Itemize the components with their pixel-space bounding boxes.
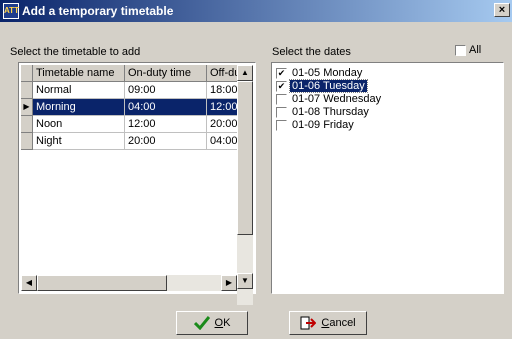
row-indicator[interactable] xyxy=(21,116,33,133)
title-bar: ATT Add a temporary timetable × xyxy=(0,0,512,22)
vertical-scrollbar[interactable]: ▲ ▼ xyxy=(237,65,253,305)
table-cell-on-duty[interactable]: 09:00 xyxy=(125,82,207,99)
row-indicator[interactable] xyxy=(21,133,33,150)
list-item-label: 01-09 Friday xyxy=(292,119,354,131)
table-cell-name[interactable]: Noon xyxy=(33,116,125,133)
cancel-button[interactable]: Cancel xyxy=(289,311,367,335)
timetable-grid-body: Timetable name On-duty time Off-duty tim… xyxy=(21,65,237,289)
row-indicator[interactable] xyxy=(21,82,33,99)
table-cell-off-duty[interactable]: 20:00 xyxy=(207,116,237,133)
table-cell-on-duty[interactable]: 12:00 xyxy=(125,116,207,133)
checkbox-checked-icon[interactable]: ✔ xyxy=(276,80,287,92)
table-cell-off-duty[interactable]: 18:00 xyxy=(207,82,237,99)
dates-list[interactable]: ✔ 01-05 Monday ✔ 01-06 Tuesday 01-07 Wedne… xyxy=(271,62,504,294)
table-cell-name[interactable]: Morning xyxy=(33,99,125,116)
table-cell-on-duty[interactable]: 20:00 xyxy=(125,133,207,150)
all-checkbox[interactable]: All xyxy=(455,44,481,56)
table-cell-on-duty[interactable]: 04:00 xyxy=(125,99,207,116)
column-header-on-duty[interactable]: On-duty time xyxy=(125,65,207,82)
list-item[interactable]: ✔ 01-05 Monday xyxy=(276,67,364,80)
checkbox-icon[interactable] xyxy=(276,119,287,131)
table-cell-name[interactable]: Normal xyxy=(33,82,125,99)
ok-button[interactable]: OK xyxy=(176,311,248,335)
table-cell-off-duty[interactable]: 04:00 xyxy=(207,133,237,150)
checkbox-icon[interactable] xyxy=(276,93,287,105)
ok-accelerator: O xyxy=(214,317,224,329)
timetable-label: Select the timetable to add xyxy=(10,46,141,58)
checkbox-icon[interactable] xyxy=(455,44,466,56)
list-item[interactable]: 01-08 Thursday xyxy=(276,106,371,119)
horizontal-scrollbar[interactable]: ◀ ▶ xyxy=(21,275,237,291)
timetable-grid[interactable]: Timetable name On-duty time Off-duty tim… xyxy=(18,62,256,305)
dates-label: Select the dates xyxy=(272,46,351,58)
table-cell-off-duty[interactable]: 12:00 xyxy=(207,99,237,116)
scroll-thumb[interactable] xyxy=(37,275,167,291)
cancel-label: ancel xyxy=(329,317,356,329)
table-cell-name[interactable]: Night xyxy=(33,133,125,150)
ok-label: K xyxy=(223,317,231,329)
list-item[interactable]: 01-09 Friday xyxy=(276,119,356,132)
scroll-left-icon[interactable]: ◀ xyxy=(21,275,37,291)
all-checkbox-label: All xyxy=(469,44,482,56)
list-item-label: 01-06 Tuesday xyxy=(289,79,368,93)
list-item[interactable]: ✔ 01-06 Tuesday xyxy=(276,79,368,93)
column-header-off-duty[interactable]: Off-duty time xyxy=(207,65,237,82)
scroll-down-icon[interactable]: ▼ xyxy=(237,273,253,289)
list-item-label: 01-05 Monday xyxy=(292,67,363,79)
exit-icon xyxy=(300,316,317,330)
checkbox-checked-icon[interactable]: ✔ xyxy=(276,67,287,79)
scroll-up-icon[interactable]: ▲ xyxy=(237,65,253,81)
list-item[interactable]: 01-07 Wednesday xyxy=(276,93,383,106)
check-icon xyxy=(193,316,210,331)
list-item-label: 01-08 Thursday xyxy=(292,106,369,118)
scroll-right-icon[interactable]: ▶ xyxy=(221,275,237,291)
checkbox-icon[interactable] xyxy=(276,106,287,118)
grid-corner xyxy=(21,65,33,82)
column-header-name[interactable]: Timetable name xyxy=(33,65,125,82)
close-button[interactable]: × xyxy=(494,3,510,17)
window-title: Add a temporary timetable xyxy=(22,4,174,18)
list-item-label: 01-07 Wednesday xyxy=(292,93,382,105)
scroll-thumb[interactable] xyxy=(237,81,253,235)
current-row-arrow-icon[interactable]: ▶ xyxy=(21,99,33,116)
app-icon: ATT xyxy=(3,3,19,19)
